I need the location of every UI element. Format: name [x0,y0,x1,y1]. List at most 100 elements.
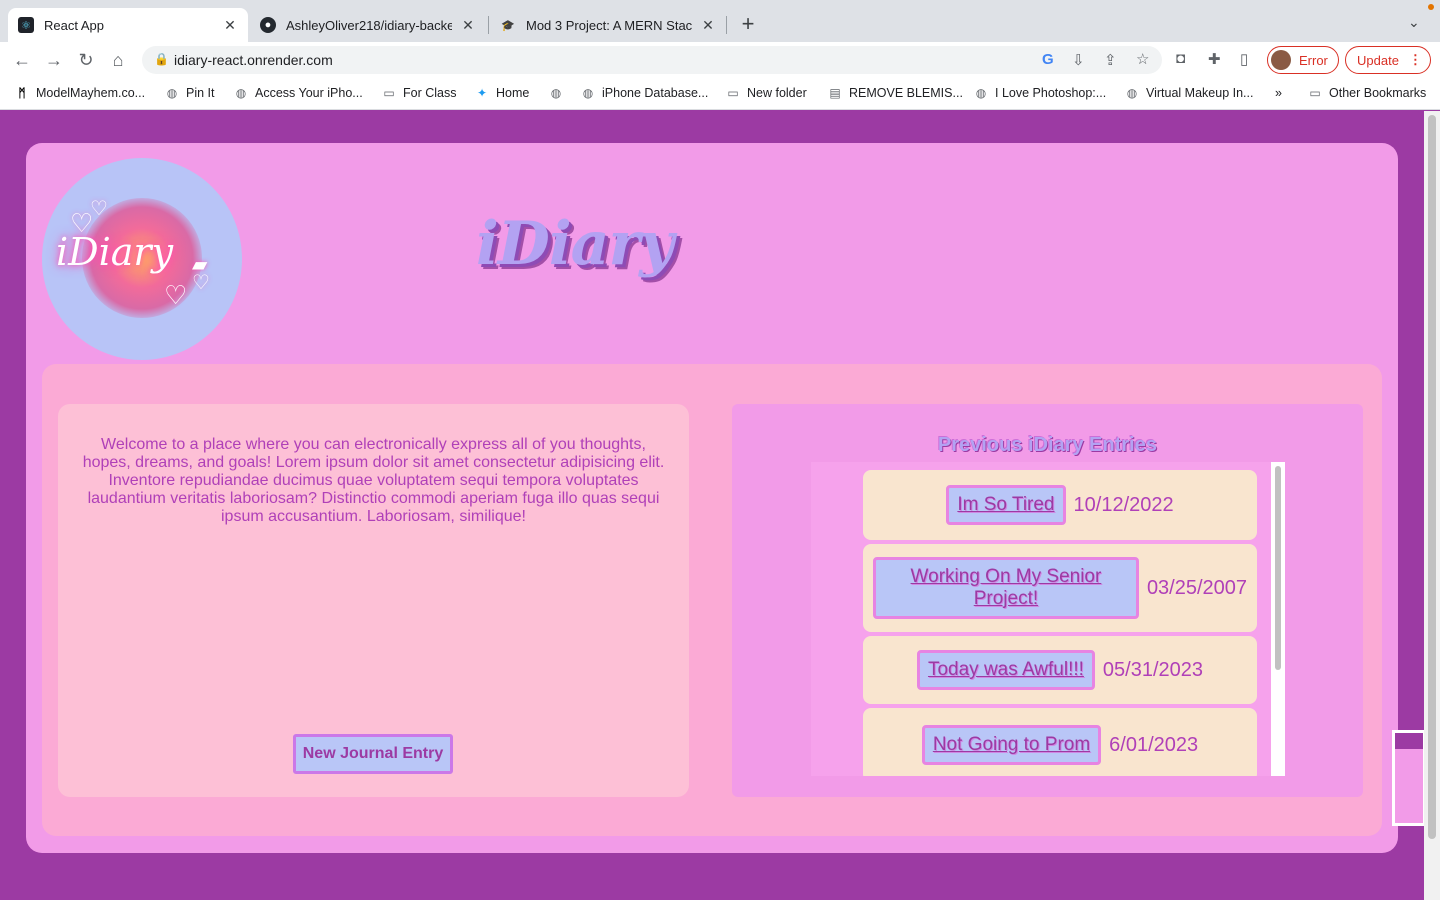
entry-link[interactable]: Today was Awful!!! [916,650,1095,690]
bookmark-item[interactable]: ◍ I Love Photoshop:... [973,86,1106,100]
more-vert-icon: ⋮ [1408,52,1422,67]
idiary-logo: ♡ ♡ iDiary ▰ ♡ ♡ [42,158,242,360]
bookmark-label: Pin It [186,86,215,100]
back-arrow-icon[interactable]: ← [12,50,32,70]
other-bookmarks[interactable]: ▭ Other Bookmarks [1307,86,1426,100]
address-url[interactable]: idiary-react.onrender.com [174,52,333,68]
new-tab-button[interactable]: + [736,12,760,36]
extensions-puzzle-icon[interactable]: ✚ [1208,50,1221,68]
bookmark-item[interactable]: ◍ Virtual Makeup In... [1124,86,1254,100]
bookmarks-bar: ᛗ ModelMayhem.co... ◍ Pin It ◍ Access Your … [0,78,1440,110]
bookmark-item[interactable]: ◍ Pin It [164,86,215,100]
twitter-icon: ✦ [476,86,488,100]
entry-date: 05/31/2023 [1102,658,1204,681]
bookmark-item[interactable]: ▤ REMOVE BLEMIS... [827,86,963,100]
globe-icon: ◍ [582,86,594,100]
page-icon: ▤ [829,86,841,100]
new-journal-entry-button[interactable]: New Journal Entry [293,734,453,774]
tab-separator [726,16,727,34]
floating-widget[interactable] [1392,730,1426,826]
github-icon: ● [260,17,276,33]
list-item: Working On My Senior Project! 03/25/2007 [863,544,1257,632]
update-button[interactable]: Update ⋮ [1345,46,1431,74]
globe-icon: ◍ [975,86,987,100]
notification-dot [1428,4,1434,10]
tab-title: Mod 3 Project: A MERN Stack / [526,17,692,33]
reload-icon[interactable]: ↻ [76,50,96,70]
bookmark-item[interactable]: ▭ New folder [725,86,807,100]
overflow-chevron-icon: » [1275,86,1282,100]
graduation-cap-icon: 🎓 [501,19,515,32]
react-icon: ⚛ [18,17,34,33]
content-panel: Welcome to a place where you can electro… [42,364,1382,836]
bookmark-label: ModelMayhem.co... [36,86,146,100]
install-icon[interactable]: ⇩ [1072,51,1085,69]
scrollbar-thumb[interactable] [1428,115,1436,839]
list-item: Today was Awful!!! 05/31/2023 [863,636,1257,704]
side-panel-icon[interactable]: ▯ [1240,50,1248,68]
heart-icon: ♡ [164,280,188,310]
forward-arrow-icon[interactable]: → [44,50,64,70]
list-item: Not Going to Prom 6/01/2023 [863,708,1257,776]
browser-tab-bar: ⚛ React App ✕ ● AshleyOliver218/idiary-b… [0,0,1440,42]
profile-error-chip[interactable]: Error [1267,46,1339,74]
page-title: iDiary [476,209,674,279]
entry-date: 10/12/2022 [1073,493,1174,516]
home-icon[interactable]: ⌂ [108,50,128,70]
bookmark-label: iPhone Database... [602,86,709,100]
google-icon[interactable]: G [1042,51,1054,68]
bookmark-label: Other Bookmarks [1329,86,1427,100]
entry-link[interactable]: Im So Tired [946,485,1066,525]
folder-icon: ▭ [383,86,395,100]
globe-icon: ◍ [550,86,562,100]
bookmark-item[interactable]: ◍ Access Your iPho... [233,86,363,100]
bookmark-label: Virtual Makeup In... [1146,86,1254,100]
globe-icon: ◍ [166,86,178,100]
widget-header [1395,733,1423,749]
bookmark-item[interactable]: ▭ For Class [381,86,456,100]
tab-separator [488,16,489,34]
bookmark-item[interactable]: ᛗ ModelMayhem.co... [14,86,145,100]
profile-status-label: Error [1299,52,1328,68]
close-tab-icon[interactable]: ✕ [460,17,476,34]
share-icon[interactable]: ⇪ [1104,51,1117,69]
bookmark-label: REMOVE BLEMIS... [849,86,963,100]
update-label: Update [1357,52,1399,68]
tab-title: AshleyOliver218/idiary-backend [286,17,452,33]
list-item: Im So Tired 10/12/2022 [863,470,1257,540]
page-scrollbar[interactable] [1424,111,1440,900]
entries-scrollbar[interactable] [1271,462,1285,776]
avatar [1271,50,1291,70]
heart-icon: ♡ [192,272,210,294]
tab-search-chevron-icon[interactable]: ⌄ [1408,14,1420,31]
bookmark-label: For Class [403,86,457,100]
bookmark-item[interactable]: ◍ [548,86,570,100]
welcome-card: Welcome to a place where you can electro… [58,404,689,797]
tab-mern-project[interactable]: 🎓 Mod 3 Project: A MERN Stack / ✕ [490,8,726,42]
tab-react-app[interactable]: ⚛ React App ✕ [8,8,248,42]
scrollbar-thumb[interactable] [1275,466,1281,670]
bookmark-star-icon[interactable]: ☆ [1136,50,1149,68]
bookmark-item[interactable]: ◍ iPhone Database... [580,86,709,100]
bookmark-label: New folder [747,86,807,100]
app-frame: ♡ ♡ iDiary ▰ ♡ ♡ iDiary Welcome to a pla… [26,143,1398,853]
entry-date: 6/01/2023 [1109,733,1199,756]
close-tab-icon[interactable]: ✕ [222,17,238,34]
entries-card: Previous iDiary Entries Im So Tired 10/1… [732,404,1363,797]
bookmarks-overflow-button[interactable]: » [1275,86,1282,100]
welcome-text: Welcome to a place where you can electro… [82,436,665,525]
entry-link[interactable]: Working On My Senior Project! [872,557,1139,619]
bookmark-label: Access Your iPho... [255,86,363,100]
camera-icon[interactable]: ◘ [1176,50,1185,67]
close-tab-icon[interactable]: ✕ [700,17,716,34]
entries-heading: Previous iDiary Entries [938,434,1157,456]
entry-date: 03/25/2007 [1146,576,1248,599]
globe-icon: ◍ [1126,86,1138,100]
bookmark-item[interactable]: ✦ Home [474,86,529,100]
address-bar[interactable]: 🔒 idiary-react.onrender.com G ⇩ ⇪ ☆ [142,46,1162,74]
entries-list[interactable]: Im So Tired 10/12/2022 Working On My Sen… [811,462,1285,776]
globe-icon: ◍ [235,86,247,100]
tab-github[interactable]: ● AshleyOliver218/idiary-backend ✕ [250,8,486,42]
browser-toolbar: ← → ↻ ⌂ 🔒 idiary-react.onrender.com G ⇩ … [0,42,1440,78]
entry-link[interactable]: Not Going to Prom [921,725,1102,765]
